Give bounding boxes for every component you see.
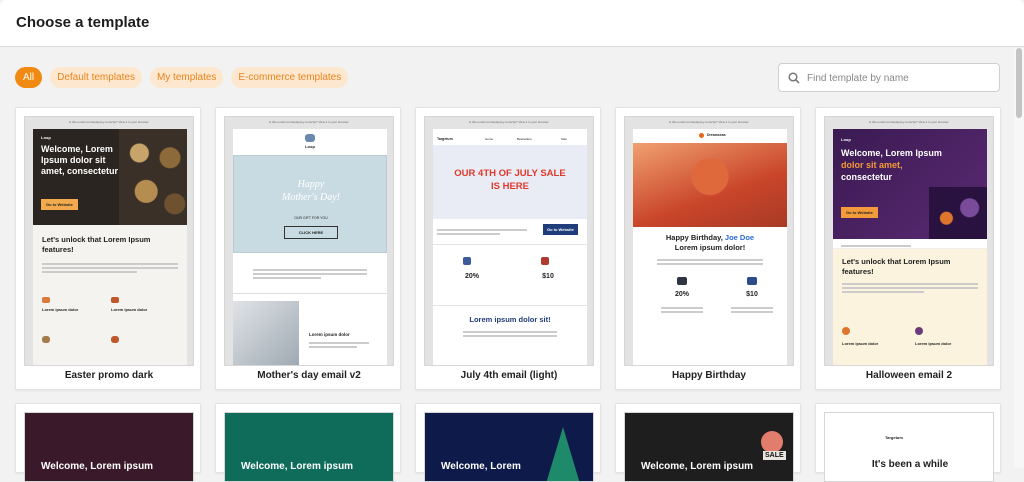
template-card-happy-birthday[interactable]: Is this email not displaying correctly? … [615, 107, 801, 390]
template-preview: Is this email not displaying correctly? … [424, 116, 594, 366]
filter-ecommerce-templates[interactable]: E-commerce templates [231, 67, 349, 88]
filter-my-templates[interactable]: My templates [149, 67, 224, 88]
template-name: Happy Birthday [672, 370, 746, 381]
scrollbar-thumb[interactable] [1016, 48, 1022, 118]
template-card[interactable]: Targetum It's been a while [815, 403, 1001, 482]
template-preview: Is this email not displaying correctly? … [624, 116, 794, 366]
preview-caption: Lorem ipsum dolor [309, 332, 350, 337]
template-card-easter-promo-dark[interactable]: Is this email not displaying correctly? … [15, 107, 201, 390]
preview-hero: OUR 4TH OF JULY SALE IS HERE [433, 145, 587, 219]
preview-headline: It's been a while [871, 459, 949, 470]
template-filters: All Default templates My templates E-com… [15, 67, 349, 88]
preview-photo [633, 143, 787, 227]
template-name: Halloween email 2 [865, 370, 953, 381]
preview-headline: Welcome, Lorem ipsum [241, 461, 354, 472]
preview-topline: Is this email not displaying correctly? … [68, 120, 150, 124]
template-name: Mother's day email v2 [257, 370, 361, 381]
preview-headline: Welcome, Lorem ipsum [641, 461, 754, 472]
preview-email: Dreamseas Happy Birthday, Joe Doe Lorem … [633, 129, 787, 365]
preview-headline-accent: dolor sit amet, [841, 160, 903, 170]
preview-logo: Targetum [885, 435, 903, 440]
preview-item: Lorem ipsum dolor [915, 341, 952, 346]
template-preview: Welcome, Lorem ipsum [224, 412, 394, 482]
preview-headline-name: Joe Doe [724, 233, 755, 242]
template-name: Easter promo dark [64, 370, 154, 381]
preview-nav-item: Bestsellers [517, 137, 532, 141]
preview-badge: SALE [763, 451, 786, 460]
preview-headline: Welcome, Lorem Ipsum dolor sit amet, con… [41, 144, 119, 176]
template-card[interactable]: SALE Welcome, Lorem ipsum [615, 403, 801, 482]
preview-email: Loop Happy Mother's Day! OUR GIFT FOR YO… [233, 129, 387, 365]
preview-hero: Happy Mother's Day! OUR GIFT FOR YOU CLI… [233, 155, 387, 253]
preview-logo: Loop [841, 137, 851, 142]
template-preview: Targetum It's been a while [824, 412, 994, 482]
preview-subhead: Lorem ipsum dolor sit! [469, 315, 551, 324]
preview-logo: Dreamseas [707, 133, 726, 137]
preview-subhead: Let's unlock that Lorem Ipsum features! [842, 257, 951, 276]
preview-price: 20% [674, 291, 689, 298]
template-preview: Is this email not displaying correctly? … [824, 116, 994, 366]
preview-button: Go to Website [841, 207, 878, 218]
preview-price: 20% [464, 273, 479, 280]
template-preview: Is this email not displaying correctly? … [24, 116, 194, 366]
preview-logo: Loop [305, 144, 315, 149]
preview-headline: Welcome, Lorem [441, 461, 521, 472]
template-preview: SALE Welcome, Lorem ipsum [624, 412, 794, 482]
preview-topline: Is this email not displaying correctly? … [468, 120, 550, 124]
template-name: July 4th email (light) [460, 370, 558, 381]
preview-item: Lorem ipsum dolor [111, 307, 148, 312]
preview-button: Go to Website [543, 224, 578, 235]
preview-logo: Targetum [437, 137, 453, 141]
preview-body: Let's unlock that Lorem Ipsum features! … [833, 249, 987, 365]
preview-topline: Is this email not displaying correctly? … [868, 120, 950, 124]
preview-price: $10 [746, 291, 758, 298]
template-preview: Welcome, Lorem ipsum [24, 412, 194, 482]
preview-price: $10 [542, 273, 554, 280]
template-card[interactable]: Welcome, Lorem ipsum [215, 403, 401, 482]
template-card[interactable]: Welcome, Lorem ipsum [15, 403, 201, 482]
preview-button: CLICK HERE [284, 226, 338, 239]
preview-hero: Loop Welcome, Lorem Ipsum dolor sit amet… [33, 129, 187, 225]
search-input[interactable] [807, 70, 992, 86]
template-preview: Welcome, Lorem [424, 412, 594, 482]
preview-headline: Happy Birthday, [665, 233, 723, 242]
preview-headline: Welcome, Lorem Ipsum [841, 148, 942, 158]
template-card[interactable]: Welcome, Lorem [415, 403, 601, 482]
template-card-halloween-2[interactable]: Is this email not displaying correctly? … [815, 107, 1001, 390]
preview-headline: Welcome, Lorem ipsum [41, 461, 154, 472]
preview-image [233, 301, 299, 365]
dialog-header: Choose a template [0, 0, 1024, 47]
preview-nav-item: Sale [561, 137, 568, 141]
template-search[interactable] [778, 63, 1000, 92]
preview-nav-item: Home [485, 137, 494, 141]
preview-subhead: Let's unlock that Lorem Ipsum features! [42, 235, 151, 254]
preview-headline: OUR 4TH OF JULY SALE IS HERE [454, 168, 566, 192]
preview-body: Let's unlock that Lorem Ipsum features! … [33, 225, 187, 365]
preview-headline: Lorem ipsum dolor! [674, 243, 746, 252]
preview-button: Go to Website [41, 199, 78, 210]
preview-logo: Loop [41, 135, 51, 140]
preview-email: Targetum Home Bestsellers Sale OUR 4TH O… [433, 129, 587, 365]
search-icon [788, 72, 800, 84]
template-preview: Is this email not displaying correctly? … [224, 116, 394, 366]
template-card-mothers-day[interactable]: Is this email not displaying correctly? … [215, 107, 401, 390]
preview-topline: Is this email not displaying correctly? … [668, 120, 750, 124]
filter-default-templates[interactable]: Default templates [50, 67, 142, 88]
preview-item: Lorem ipsum dolor [42, 307, 79, 312]
preview-topline: Is this email not displaying correctly? … [268, 120, 350, 124]
dialog-title: Choose a template [16, 14, 150, 31]
template-card-july-4th[interactable]: Is this email not displaying correctly? … [415, 107, 601, 390]
preview-hero: Loop Welcome, Lorem Ipsum dolor sit amet… [833, 129, 987, 239]
filter-all[interactable]: All [15, 67, 43, 88]
preview-gift: OUR GIFT FOR YOU [294, 216, 328, 220]
preview-item: Lorem ipsum dolor [842, 341, 879, 346]
scrollbar[interactable] [1014, 48, 1024, 468]
preview-headline: consectetur [841, 172, 893, 182]
preview-headline: Happy Mother's Day! [282, 179, 340, 203]
